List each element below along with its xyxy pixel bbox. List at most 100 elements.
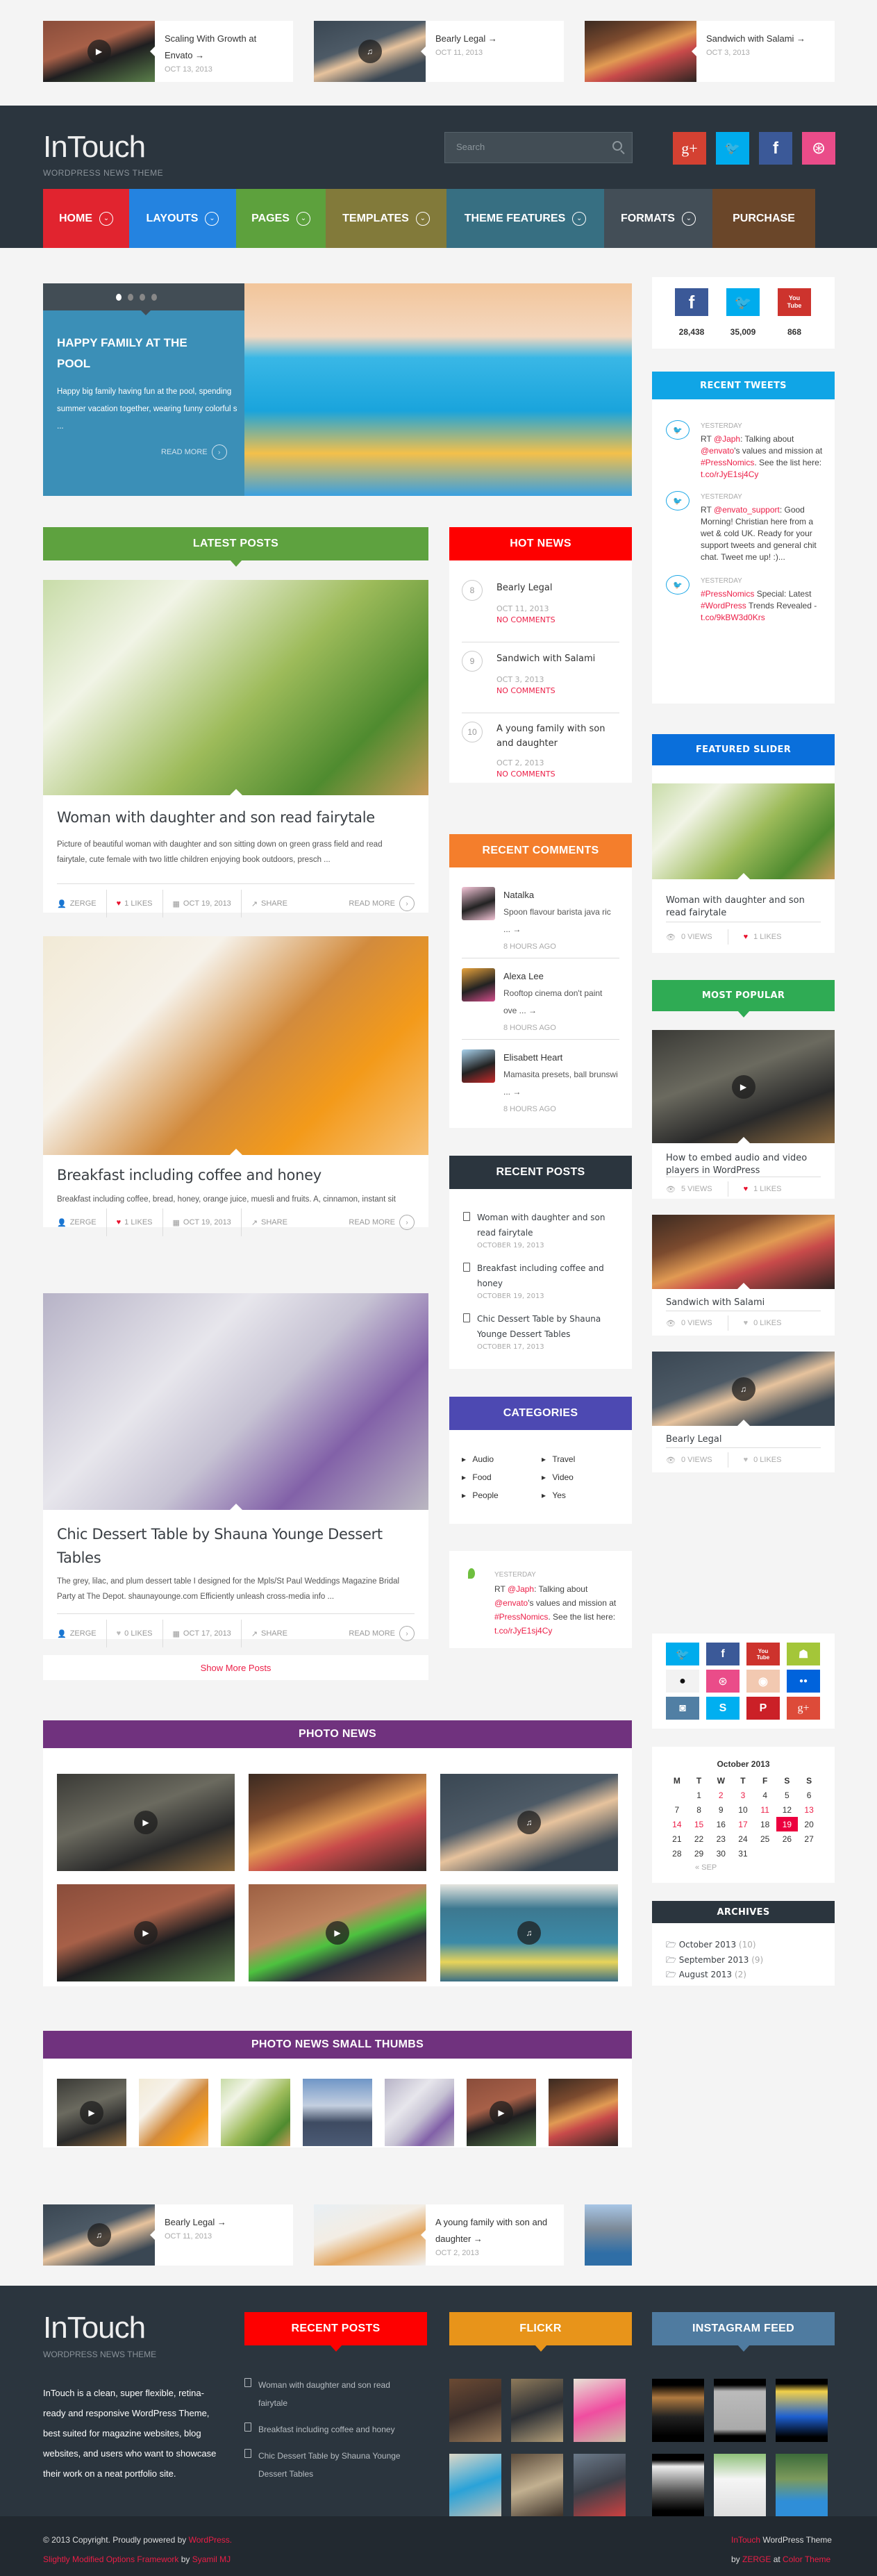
nav-purchase[interactable]: PURCHASE: [712, 189, 815, 248]
related-post-title[interactable]: Sandwich with Salami →: [706, 31, 805, 47]
theme-link[interactable]: InTouch: [731, 2535, 760, 2545]
recent-post-item[interactable]: Breakfast including coffee and honey OCTO…: [463, 1261, 618, 1302]
related-post-card[interactable]: ♫ Bearly Legal → OCT 11, 2013: [314, 21, 564, 82]
calendar-day[interactable]: 3: [732, 1788, 754, 1802]
youtube-icon[interactable]: You Tube: [746, 1643, 780, 1665]
post-image[interactable]: [43, 1293, 428, 1510]
nav-pages[interactable]: PAGES ⌄: [236, 189, 326, 248]
tweet-mention[interactable]: @Japh: [508, 1584, 534, 1594]
post-title[interactable]: Breakfast including coffee and honey: [57, 1167, 321, 1183]
calendar-day[interactable]: 2: [710, 1788, 732, 1802]
comment-author[interactable]: Natalka: [503, 887, 618, 904]
hot-news-comments[interactable]: NO COMMENTS: [496, 615, 618, 626]
likes-count[interactable]: 1 LIKES: [753, 1185, 781, 1193]
recent-post-item[interactable]: Chic Dessert Table by Shauna Younge Dess…: [463, 1311, 618, 1353]
photo-news-item[interactable]: ▶: [57, 1774, 235, 1871]
footer-recent-post[interactable]: Chic Dessert Table by Shauna Younge Dess…: [244, 2447, 418, 2483]
slider-read-more[interactable]: READ MORE ›: [161, 444, 227, 460]
dribbble-icon[interactable]: ⊛: [802, 132, 835, 165]
related-post-card[interactable]: ▶ Scaling With Growth at Envato → OCT 13,…: [43, 21, 293, 82]
category-item[interactable]: ▸ Video: [542, 1472, 621, 1482]
comment-item[interactable]: Elisabett Heart Mamasita presets, ball b…: [462, 1049, 619, 1116]
archive-item[interactable]: 🗁 September 2013 (9): [666, 1954, 763, 1968]
dribbble-icon[interactable]: ⊛: [706, 1670, 740, 1693]
popular-image[interactable]: [652, 1215, 835, 1289]
instagram-photo[interactable]: [714, 2454, 766, 2517]
small-thumb[interactable]: ▶: [57, 2079, 126, 2146]
tweet-link[interactable]: t.co/rJyE1sj4Cy: [494, 1626, 552, 1636]
category-item[interactable]: ▸ People: [462, 1490, 542, 1500]
footer-recent-post[interactable]: Woman with daughter and son read fairyta…: [244, 2376, 418, 2412]
calendar-day-today[interactable]: 19: [776, 1817, 799, 1831]
nav-templates[interactable]: TEMPLATES ⌄: [326, 189, 446, 248]
twitter-icon[interactable]: 🐦: [666, 1643, 699, 1665]
small-thumb[interactable]: [549, 2079, 618, 2146]
photo-news-item[interactable]: ▶: [249, 1884, 426, 1981]
post-share[interactable]: ↗ SHARE: [242, 890, 297, 917]
hot-news-title[interactable]: Bearly Legal: [496, 580, 618, 597]
calendar-day[interactable]: 15: [688, 1817, 710, 1831]
tweet-hashtag[interactable]: #PressNomics: [494, 1612, 548, 1622]
recent-post-title[interactable]: Breakfast including coffee and honey: [477, 1261, 618, 1291]
calendar-day[interactable]: 11: [754, 1802, 776, 1817]
youtube-icon[interactable]: You Tube: [778, 288, 811, 316]
category-item[interactable]: ▸ Food: [462, 1472, 542, 1482]
tweet-hashtag[interactable]: #PressNomics: [701, 589, 754, 599]
related-post-card[interactable]: A young family with son and daughter → OC…: [314, 2204, 564, 2266]
nav-home[interactable]: HOME ⌄: [43, 189, 129, 248]
comment-author[interactable]: Elisabett Heart: [503, 1049, 618, 1066]
photo-news-item[interactable]: ♫: [440, 1774, 618, 1871]
post-author[interactable]: 👤 ZERGE: [57, 890, 107, 917]
photo-news-item[interactable]: ▶: [57, 1884, 235, 1981]
read-more-button[interactable]: READ MORE ›: [349, 896, 415, 911]
post-title[interactable]: Woman with daughter and son read fairyta…: [57, 809, 375, 826]
instagram-photo[interactable]: [714, 2379, 766, 2442]
popular-title[interactable]: Bearly Legal: [666, 1434, 821, 1446]
post-likes[interactable]: ♥ 1 LIKES: [107, 1208, 163, 1236]
tweet-mention[interactable]: @Japh: [714, 434, 740, 444]
popular-image[interactable]: ▶: [652, 1030, 835, 1143]
slider-title[interactable]: HAPPY FAMILY AT THE POOL: [57, 333, 210, 374]
post-image[interactable]: [43, 580, 428, 795]
flickr-photo[interactable]: [511, 2379, 563, 2442]
post-likes[interactable]: ♥ 1 LIKES: [107, 890, 163, 917]
instagram-icon[interactable]: ◙: [666, 1697, 699, 1720]
hot-news-comments[interactable]: NO COMMENTS: [496, 685, 618, 697]
framework-link[interactable]: Slightly Modified Options Framework: [43, 2554, 178, 2564]
facebook-icon[interactable]: f: [759, 132, 792, 165]
footer-logo[interactable]: InTouch: [43, 2311, 146, 2345]
color-theme-link[interactable]: Color Theme: [783, 2554, 830, 2564]
photo-news-item[interactable]: [249, 1774, 426, 1871]
tweet-hashtag[interactable]: #PressNomics: [701, 458, 754, 467]
nav-layouts[interactable]: LAYOUTS ⌄: [129, 189, 236, 248]
skype-icon[interactable]: S: [706, 1697, 740, 1720]
photo-news-item[interactable]: ♫: [440, 1884, 618, 1981]
instagram-photo[interactable]: [776, 2454, 828, 2517]
small-thumb[interactable]: [303, 2079, 372, 2146]
nav-formats[interactable]: FORMATS ⌄: [604, 189, 712, 248]
small-thumb[interactable]: [221, 2079, 290, 2146]
tweet-link[interactable]: t.co/rJyE1sj4Cy: [701, 470, 758, 479]
popular-image[interactable]: ♫: [652, 1352, 835, 1426]
tweet-mention[interactable]: @envato: [701, 446, 734, 456]
related-post-thumb[interactable]: ▶: [43, 21, 156, 82]
flickr-photo[interactable]: [449, 2379, 501, 2442]
recent-post-title[interactable]: Chic Dessert Table by Shauna Younge Dess…: [477, 1311, 618, 1342]
small-thumb[interactable]: [385, 2079, 454, 2146]
related-post-thumb[interactable]: [585, 21, 697, 82]
google-plus-icon[interactable]: g+: [673, 132, 706, 165]
calendar-day[interactable]: 13: [798, 1802, 820, 1817]
tweet-hashtag[interactable]: #WordPress: [701, 601, 746, 610]
calendar-prev-link[interactable]: « SEP: [695, 1863, 717, 1872]
hot-news-item[interactable]: 10 A young family with son and daughter O…: [462, 722, 619, 779]
post-share[interactable]: ↗ SHARE: [242, 1620, 297, 1647]
slider-image[interactable]: [244, 283, 632, 496]
post-share[interactable]: ↗ SHARE: [242, 1208, 297, 1236]
site-logo[interactable]: InTouch: [43, 130, 146, 165]
archive-item[interactable]: 🗁 August 2013 (2): [666, 1968, 746, 1983]
related-post-thumb[interactable]: [585, 2204, 632, 2266]
flickr-photo[interactable]: [574, 2454, 626, 2517]
hot-news-item[interactable]: 9 Sandwich with Salami OCT 3, 2013 NO COMM…: [462, 651, 619, 699]
show-more-posts-button[interactable]: Show More Posts: [43, 1655, 428, 1680]
slider-dot[interactable]: [140, 294, 145, 301]
